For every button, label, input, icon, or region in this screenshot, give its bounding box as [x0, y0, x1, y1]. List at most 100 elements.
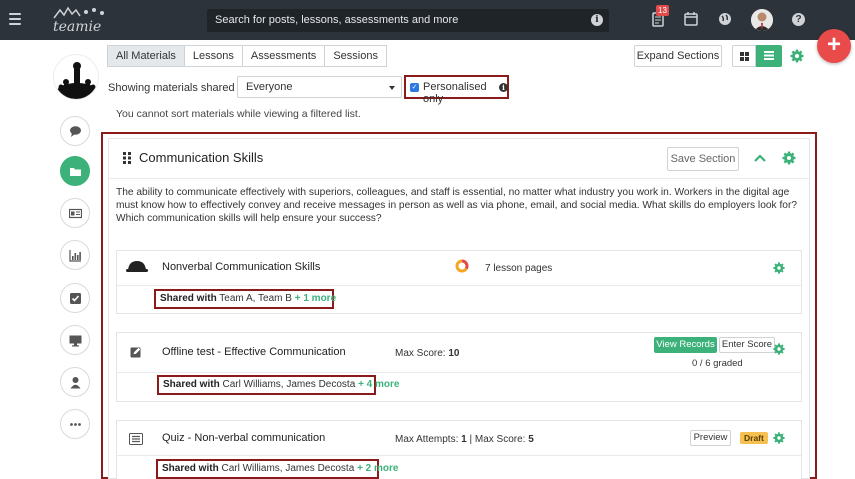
- save-section-button[interactable]: Save Section: [667, 147, 739, 171]
- filter-label: Showing materials shared with: [108, 82, 258, 94]
- max-attempts-label: Max Attempts:: [395, 434, 459, 445]
- tab-lessons[interactable]: Lessons: [183, 45, 243, 67]
- user-icon: [70, 377, 81, 389]
- info-icon[interactable]: i: [591, 14, 603, 26]
- chevron-up-icon[interactable]: [754, 153, 766, 163]
- tab-sessions[interactable]: Sessions: [324, 45, 387, 67]
- svg-text:teamie: teamie: [53, 19, 101, 34]
- sidebar-item-materials[interactable]: [60, 156, 90, 186]
- shared-with-row: Shared with Carl Williams, James Decosta…: [156, 459, 398, 479]
- max-score-value: 10: [448, 348, 460, 359]
- monitor-icon: [69, 335, 82, 347]
- section-card: Communication Skills Save Section The ab…: [108, 138, 810, 479]
- info-icon[interactable]: i: [499, 83, 508, 92]
- divider: [117, 455, 801, 456]
- filter-notice: You cannot sort materials while viewing …: [116, 108, 361, 120]
- list-view-button[interactable]: [756, 45, 782, 67]
- personalised-only-toggle[interactable]: ✓ Personalised only i: [404, 75, 509, 105]
- help-icon[interactable]: ?: [792, 13, 805, 26]
- search-bar[interactable]: Search for posts, lessons, assessments a…: [207, 9, 609, 32]
- checkbox-icon: [70, 293, 81, 304]
- material-card-lesson[interactable]: Nonverbal Communication Skills 7 lesson …: [116, 250, 802, 314]
- globe-icon[interactable]: [717, 11, 733, 27]
- search-input[interactable]: Search for posts, lessons, assessments a…: [215, 14, 458, 26]
- section-description: The ability to communicate effectively w…: [116, 187, 798, 224]
- user-avatar[interactable]: [751, 9, 773, 31]
- material-card-offline-test[interactable]: Offline test - Effective Communication M…: [116, 332, 802, 402]
- section-gear-icon[interactable]: [782, 151, 796, 165]
- max-score: Max Score: 10: [395, 348, 459, 359]
- material-title[interactable]: Offline test - Effective Communication: [162, 346, 346, 358]
- max-attempts-value: 1: [461, 434, 467, 445]
- shared-with-row: Shared with Carl Williams, James Decosta…: [157, 375, 399, 395]
- shared-with-label: Shared with: [162, 463, 219, 474]
- lesson-pages-count: 7 lesson pages: [485, 263, 553, 274]
- id-card-icon: [69, 208, 82, 219]
- folder-icon: [70, 168, 81, 176]
- list-icon: [764, 51, 774, 60]
- progress-donut-icon: [455, 259, 469, 273]
- grid-icon: [740, 52, 749, 61]
- shared-with-selected: Everyone: [246, 81, 293, 93]
- material-card-quiz[interactable]: Quiz - Non-verbal communication Max Atte…: [116, 420, 802, 479]
- quiz-list-icon: [129, 433, 143, 445]
- shared-more-link[interactable]: + 2 more: [357, 463, 398, 474]
- max-score-value: 5: [528, 434, 534, 445]
- notification-badge: 13: [656, 5, 669, 16]
- grid-view-button[interactable]: [732, 45, 756, 67]
- material-title[interactable]: Quiz - Non-verbal communication: [162, 432, 325, 444]
- preview-button[interactable]: Preview: [690, 430, 731, 446]
- divider: [117, 372, 801, 373]
- teamie-logo[interactable]: teamie: [50, 4, 112, 34]
- shared-more-link[interactable]: + 4 more: [358, 379, 399, 390]
- sidebar-item-posts[interactable]: [60, 116, 90, 146]
- quiz-meta: Max Attempts: 1 | Max Score: 5: [395, 434, 534, 445]
- bar-chart-icon: [69, 250, 81, 262]
- material-gear-icon[interactable]: [773, 343, 785, 355]
- more-icon: [70, 423, 81, 426]
- graded-count: 0 / 6 graded: [692, 358, 743, 369]
- shared-with-names: Team A, Team B: [219, 293, 292, 304]
- sidebar-item-screen[interactable]: [60, 325, 90, 355]
- settings-gear-icon[interactable]: [790, 49, 804, 63]
- drag-handle-icon[interactable]: [123, 152, 131, 164]
- view-records-button[interactable]: View Records: [654, 337, 717, 353]
- shared-with-label: Shared with: [163, 379, 220, 390]
- shared-with-label: Shared with: [160, 293, 217, 304]
- expand-sections-button[interactable]: Expand Sections: [634, 45, 722, 67]
- comment-icon: [70, 126, 81, 137]
- draft-badge: Draft: [740, 432, 768, 444]
- enter-score-button[interactable]: Enter Score: [719, 337, 775, 353]
- sidebar-item-gradebook[interactable]: [60, 198, 90, 228]
- sidebar-item-more[interactable]: [60, 409, 90, 439]
- shared-with-names: Carl Williams, James Decosta: [221, 463, 355, 474]
- sidebar-item-analytics[interactable]: [60, 240, 90, 270]
- calendar-icon[interactable]: [683, 11, 699, 27]
- tab-all-materials[interactable]: All Materials: [107, 45, 185, 67]
- max-score-label: | Max Score:: [469, 434, 526, 445]
- personalised-label: Personalised only: [423, 81, 487, 105]
- shared-with-row: Shared with Team A, Team B + 1 more: [154, 289, 336, 309]
- shared-with-names: Carl Williams, James Decosta: [222, 379, 356, 390]
- section-header: Communication Skills Save Section: [109, 139, 809, 179]
- edit-pencil-icon: [130, 347, 141, 358]
- material-gear-icon[interactable]: [773, 432, 785, 444]
- sidebar-item-tasks[interactable]: [60, 283, 90, 313]
- section-title: Communication Skills: [139, 150, 264, 165]
- divider: [117, 285, 801, 286]
- class-avatar: [53, 54, 99, 100]
- shared-with-select[interactable]: Everyone: [237, 76, 402, 98]
- material-title[interactable]: Nonverbal Communication Skills: [162, 261, 320, 273]
- max-score-label: Max Score:: [395, 348, 446, 359]
- lesson-hat-icon: [126, 261, 148, 272]
- top-navbar: teamie Search for posts, lessons, assess…: [0, 0, 855, 40]
- tab-assessments[interactable]: Assessments: [241, 45, 326, 67]
- material-gear-icon[interactable]: [773, 262, 785, 274]
- add-button[interactable]: +: [817, 29, 851, 63]
- sidebar-item-members[interactable]: [60, 367, 90, 397]
- chevron-down-icon: [389, 86, 395, 90]
- material-tabs: All Materials Lessons Assessments Sessio…: [107, 45, 387, 67]
- shared-more-link[interactable]: + 1 more: [295, 293, 336, 304]
- menu-icon[interactable]: [9, 13, 21, 25]
- personalised-checkbox[interactable]: ✓: [410, 83, 419, 92]
